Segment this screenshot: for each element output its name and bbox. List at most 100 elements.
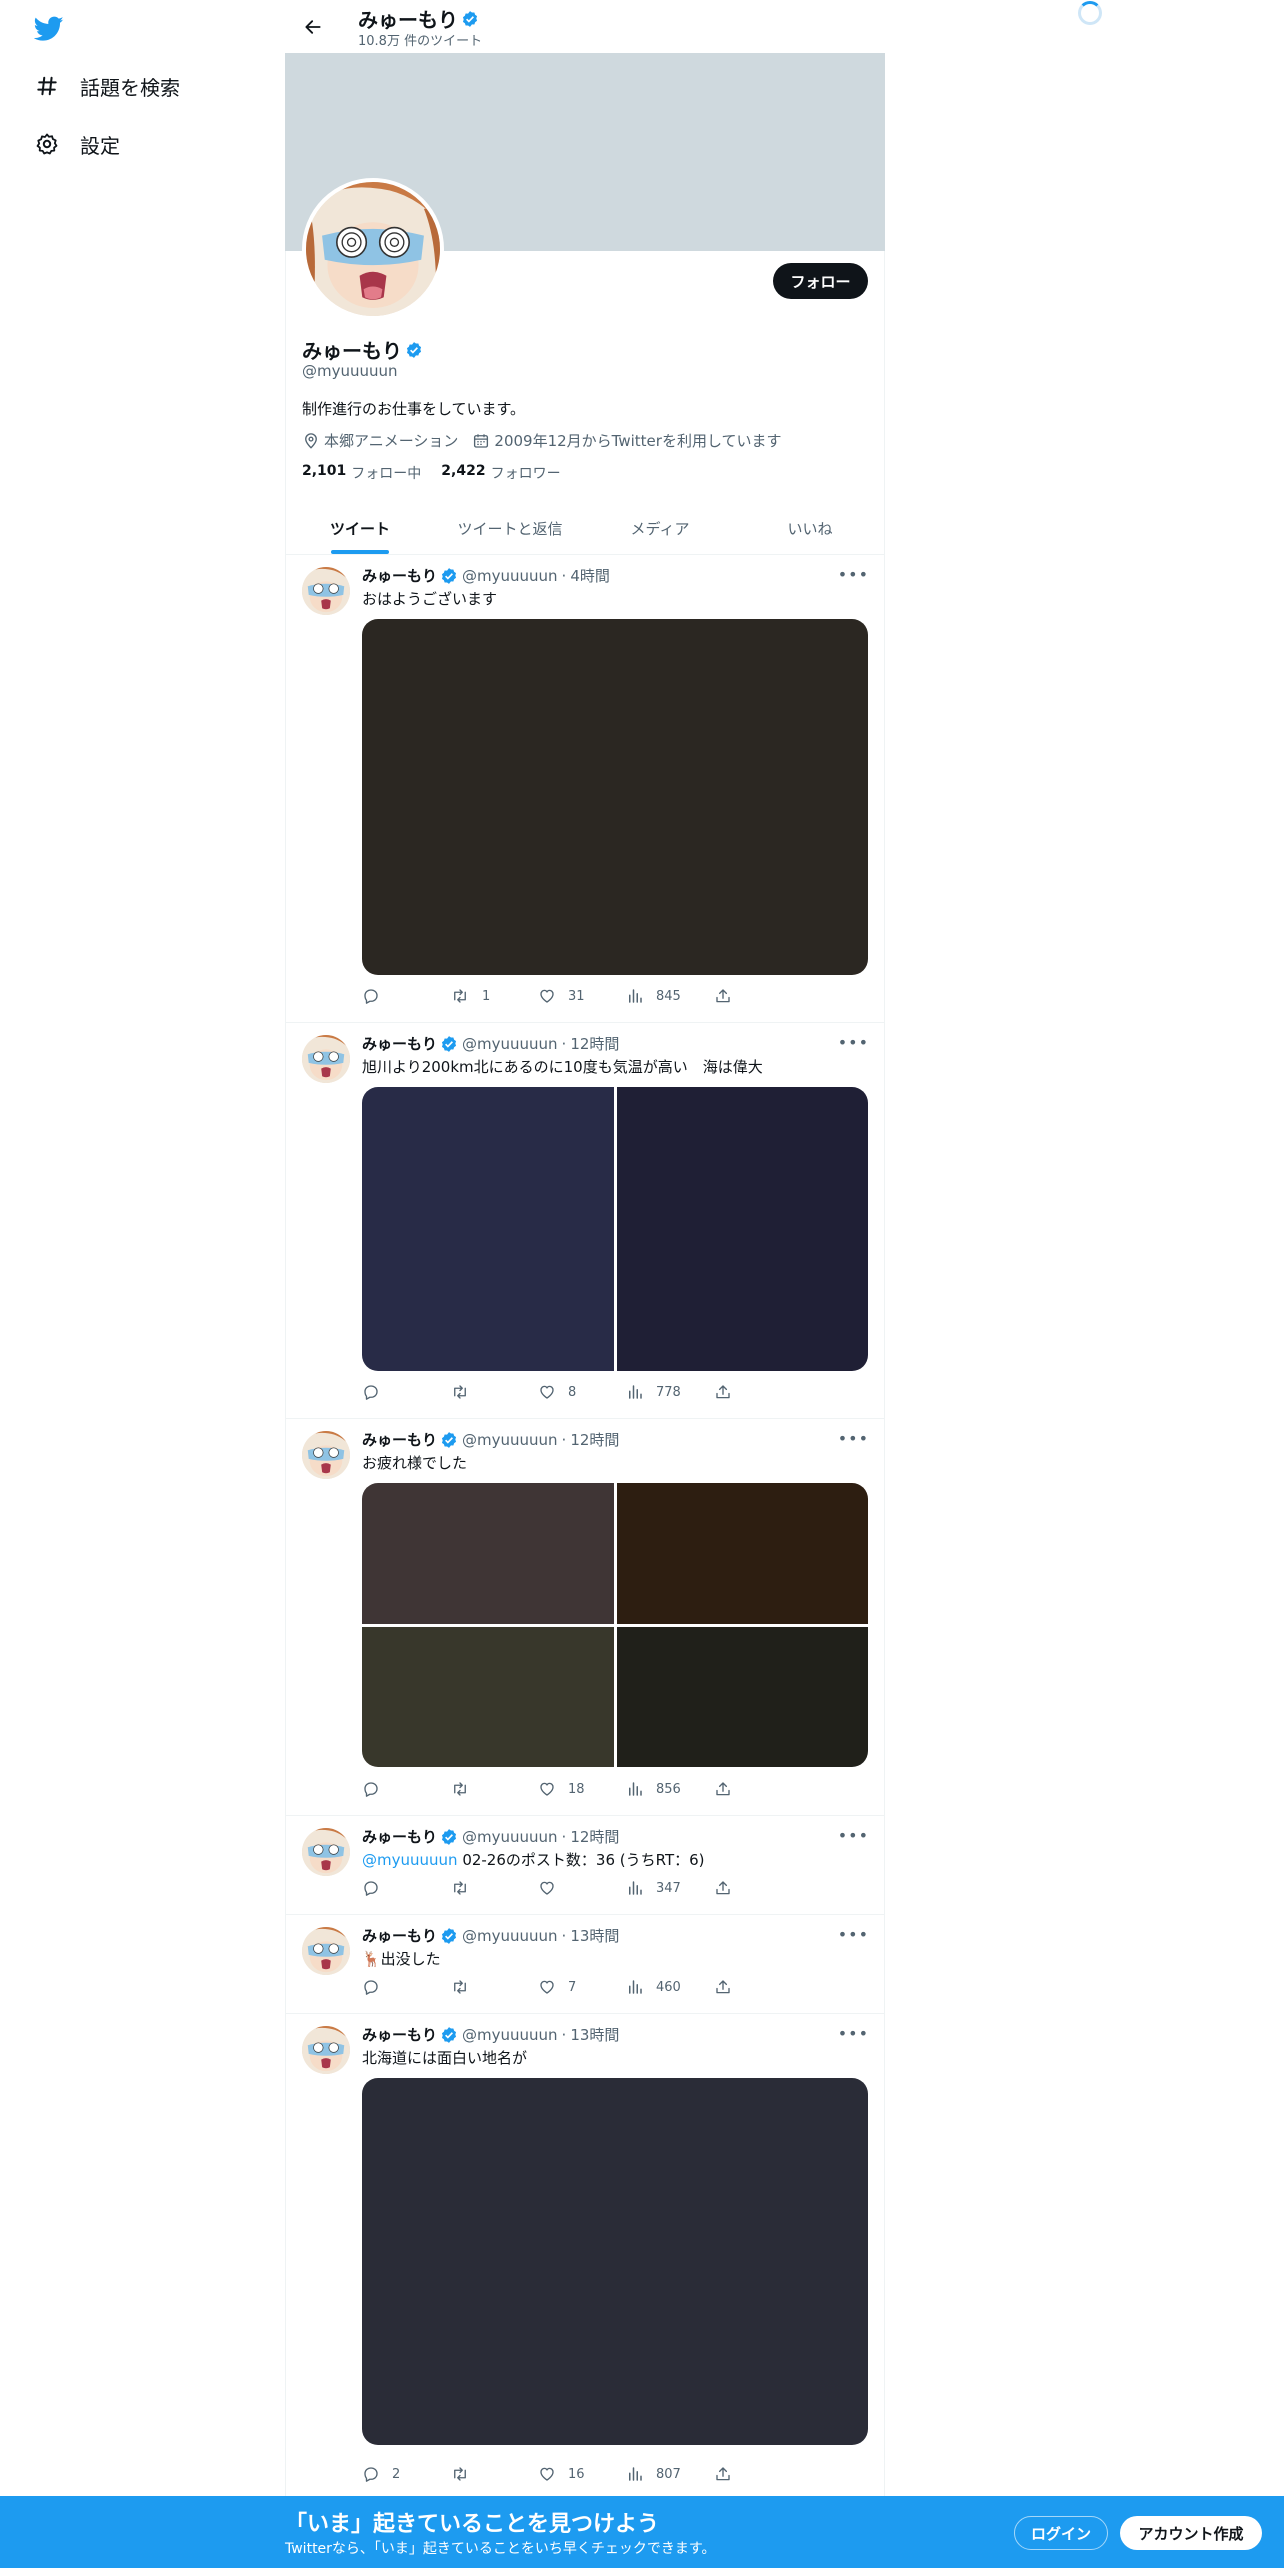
share-button[interactable] bbox=[714, 1383, 744, 1401]
nav-explore[interactable]: 話題を検索 bbox=[34, 66, 180, 106]
like-button[interactable]: 8 bbox=[538, 1383, 626, 1401]
signup-prompt-subtitle: Twitterなら、「いま」起きていることをいち早くチェックできます。 bbox=[285, 2541, 716, 2557]
tweet-avatar[interactable] bbox=[302, 2026, 350, 2074]
tweet-image[interactable] bbox=[616, 1483, 868, 1624]
reply-button[interactable] bbox=[362, 1383, 450, 1401]
tweet-avatar[interactable] bbox=[302, 1828, 350, 1876]
following-count[interactable]: 2,101 bbox=[302, 463, 346, 483]
twitter-logo-icon[interactable] bbox=[33, 16, 64, 42]
more-options-icon[interactable]: ••• bbox=[838, 565, 869, 584]
retweet-button[interactable]: 1 bbox=[450, 987, 538, 1005]
tweet-header: みゅーもり @myuuuuun · 12時間 bbox=[362, 1826, 619, 1847]
heart-icon bbox=[540, 1881, 554, 1895]
tweet-timestamp[interactable]: 4時間 bbox=[570, 565, 610, 586]
retweet-button[interactable] bbox=[450, 1978, 538, 1996]
tweet[interactable]: みゅーもり @myuuuuun · 12時間 ••• @myuuuuun 02-26のポス… bbox=[285, 1816, 885, 1915]
tab-tweets-replies[interactable]: ツイートと返信 bbox=[435, 502, 585, 554]
tweet-avatar[interactable] bbox=[302, 1431, 350, 1479]
views-button[interactable]: 807 bbox=[626, 2465, 714, 2483]
tweet-timestamp[interactable]: 13時間 bbox=[570, 1925, 619, 1946]
retweet-button[interactable] bbox=[450, 1879, 538, 1897]
views-button[interactable]: 460 bbox=[626, 1978, 714, 1996]
tweet-mention-link[interactable]: @myuuuuun bbox=[362, 1851, 458, 1869]
tweet[interactable]: みゅーもり @myuuuuun · 12時間 ••• お疲れ様でした 18 856 bbox=[285, 1419, 885, 1816]
reply-button[interactable]: 2 bbox=[362, 2465, 450, 2483]
views-button[interactable]: 347 bbox=[626, 1879, 714, 1897]
tweet-author-handle[interactable]: @myuuuuun bbox=[462, 1927, 558, 1945]
share-button[interactable] bbox=[714, 1780, 744, 1798]
tweet-author-name[interactable]: みゅーもり bbox=[362, 1033, 437, 1054]
tweet-author-name[interactable]: みゅーもり bbox=[362, 1925, 437, 1946]
tab-likes[interactable]: いいね bbox=[735, 502, 885, 554]
views-button[interactable]: 845 bbox=[626, 987, 714, 1005]
tweet-author-name[interactable]: みゅーもり bbox=[362, 1826, 437, 1847]
more-options-icon[interactable]: ••• bbox=[838, 2024, 869, 2043]
followers-label[interactable]: フォロワー bbox=[491, 463, 561, 483]
like-button[interactable]: 16 bbox=[538, 2465, 626, 2483]
tab-tweets[interactable]: ツイート bbox=[285, 502, 435, 554]
more-options-icon[interactable]: ••• bbox=[838, 1033, 869, 1052]
tweet-media[interactable] bbox=[362, 2078, 868, 2445]
share-button[interactable] bbox=[714, 1879, 744, 1897]
tweet-avatar[interactable] bbox=[302, 1927, 350, 1975]
tweet-timestamp[interactable]: 12時間 bbox=[570, 1826, 619, 1847]
reply-button[interactable] bbox=[362, 1978, 450, 1996]
tweet-image[interactable] bbox=[362, 2078, 868, 2445]
back-arrow-icon[interactable] bbox=[300, 14, 326, 40]
tweet-timestamp[interactable]: 13時間 bbox=[570, 2024, 619, 2045]
like-button[interactable]: 7 bbox=[538, 1978, 626, 1996]
tweet[interactable]: みゅーもり @myuuuuun · 13時間 ••• 北海道には面白い地名が 2 16 807 bbox=[285, 2014, 885, 2500]
share-button[interactable] bbox=[714, 1978, 744, 1996]
more-options-icon[interactable]: ••• bbox=[838, 1429, 869, 1448]
tweet-author-handle[interactable]: @myuuuuun bbox=[462, 2026, 558, 2044]
follow-button[interactable]: フォロー bbox=[773, 263, 868, 299]
views-button[interactable]: 778 bbox=[626, 1383, 714, 1401]
tweet[interactable]: みゅーもり @myuuuuun · 12時間 ••• 旭川より200km北にあるのに10度… bbox=[285, 1023, 885, 1419]
tweet-avatar[interactable] bbox=[302, 567, 350, 615]
tweet-author-handle[interactable]: @myuuuuun bbox=[462, 1431, 558, 1449]
tweet[interactable]: みゅーもり @myuuuuun · 4時間 ••• おはようございます 1 31 845 bbox=[285, 555, 885, 1023]
like-button[interactable] bbox=[538, 1879, 626, 1897]
tweet-image[interactable] bbox=[362, 1483, 614, 1624]
views-button[interactable]: 856 bbox=[626, 1780, 714, 1798]
share-button[interactable] bbox=[714, 2465, 744, 2483]
tweet-image[interactable] bbox=[616, 1087, 868, 1371]
tab-media[interactable]: メディア bbox=[585, 502, 735, 554]
login-button[interactable]: ログイン bbox=[1014, 2516, 1108, 2550]
nav-settings[interactable]: 設定 bbox=[34, 124, 120, 164]
retweet-button[interactable] bbox=[450, 1780, 538, 1798]
tweet-author-handle[interactable]: @myuuuuun bbox=[462, 1035, 558, 1053]
retweet-button[interactable] bbox=[450, 1383, 538, 1401]
followers-count[interactable]: 2,422 bbox=[441, 463, 485, 483]
verified-badge-icon bbox=[406, 341, 422, 358]
tweet-image[interactable] bbox=[362, 1626, 614, 1767]
share-button[interactable] bbox=[714, 987, 744, 1005]
tweet-image[interactable] bbox=[616, 1626, 868, 1767]
following-label[interactable]: フォロー中 bbox=[351, 463, 421, 483]
tweet-author-handle[interactable]: @myuuuuun bbox=[462, 1828, 558, 1846]
tweet-media[interactable] bbox=[362, 1087, 868, 1371]
tweet-author-name[interactable]: みゅーもり bbox=[362, 565, 437, 586]
retweet-button[interactable] bbox=[450, 2465, 538, 2483]
signup-button[interactable]: アカウント作成 bbox=[1120, 2516, 1262, 2550]
more-options-icon[interactable]: ••• bbox=[838, 1826, 869, 1845]
tweet-media[interactable] bbox=[362, 1483, 868, 1767]
tweet-avatar[interactable] bbox=[302, 1035, 350, 1083]
like-button[interactable]: 18 bbox=[538, 1780, 626, 1798]
reply-button[interactable] bbox=[362, 1879, 450, 1897]
tweet-timestamp[interactable]: 12時間 bbox=[570, 1429, 619, 1450]
tweet-timestamp[interactable]: 12時間 bbox=[570, 1033, 619, 1054]
like-button[interactable]: 31 bbox=[538, 987, 626, 1005]
tweet-text-content: 旭川より200km北にあるのに10度も気温が高い 海は偉大 bbox=[362, 1058, 763, 1076]
tweet-image[interactable] bbox=[362, 619, 868, 975]
tweet-author-handle[interactable]: @myuuuuun bbox=[462, 567, 558, 585]
more-options-icon[interactable]: ••• bbox=[838, 1925, 869, 1944]
reply-button[interactable] bbox=[362, 987, 450, 1005]
tweet-image[interactable] bbox=[362, 1087, 614, 1371]
tweet-author-name[interactable]: みゅーもり bbox=[362, 2024, 437, 2045]
profile-avatar[interactable] bbox=[302, 178, 444, 320]
reply-button[interactable] bbox=[362, 1780, 450, 1798]
tweet-author-name[interactable]: みゅーもり bbox=[362, 1429, 437, 1450]
tweet[interactable]: みゅーもり @myuuuuun · 13時間 ••• 🦌出没した 7 460 bbox=[285, 1915, 885, 2014]
tweet-media[interactable] bbox=[362, 619, 868, 975]
